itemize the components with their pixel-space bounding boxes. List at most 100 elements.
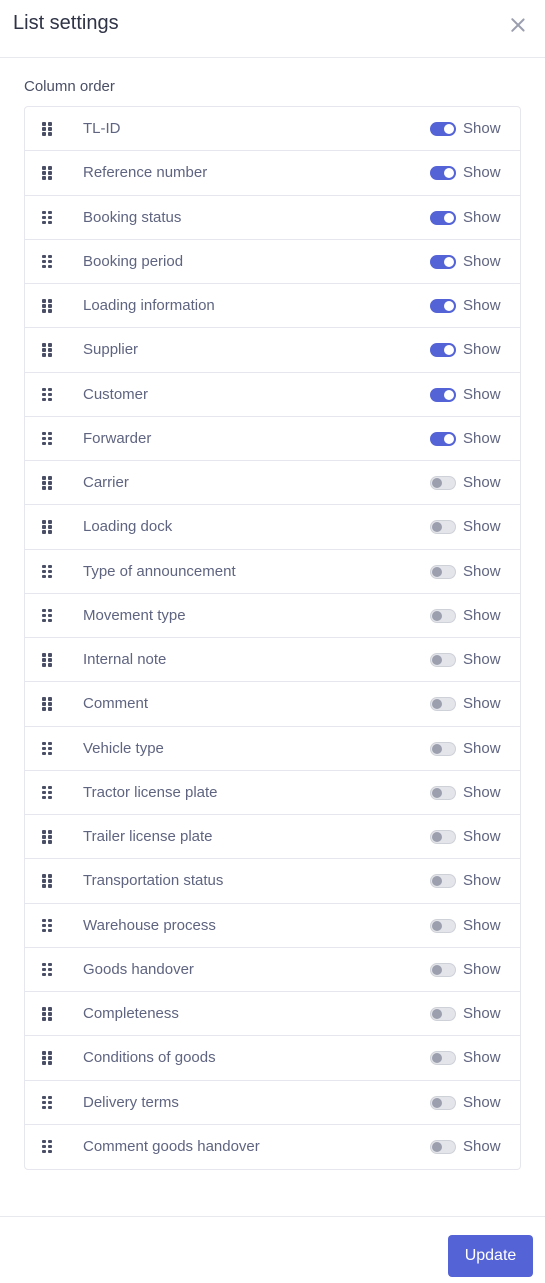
column-row[interactable]: Type of announcement Show <box>25 550 520 594</box>
column-row[interactable]: Trailer license plate Show <box>25 815 520 860</box>
drag-handle-icon[interactable] <box>42 299 54 313</box>
drag-handle-icon[interactable] <box>42 962 54 977</box>
column-row[interactable]: Completeness Show <box>25 992 520 1037</box>
update-button[interactable]: Update <box>448 1235 533 1277</box>
show-toggle[interactable] <box>430 520 456 535</box>
column-label: Comment goods handover <box>83 1137 260 1155</box>
show-toggle[interactable] <box>430 166 456 181</box>
drag-handle-icon[interactable] <box>42 785 54 800</box>
show-toggle[interactable] <box>430 343 456 358</box>
toggle-knob <box>444 212 454 223</box>
column-row[interactable]: Vehicle type Show <box>25 727 520 771</box>
drag-handle-icon[interactable] <box>42 918 54 933</box>
column-row[interactable]: Delivery terms Show <box>25 1081 520 1125</box>
show-toggle[interactable] <box>430 697 456 712</box>
drag-handle-icon[interactable] <box>42 564 54 579</box>
drag-handle-icon[interactable] <box>42 697 54 711</box>
drag-handle-icon[interactable] <box>42 476 54 490</box>
toggle-knob <box>444 124 454 134</box>
column-row[interactable]: Goods handover Show <box>25 948 520 992</box>
show-label: Show <box>463 916 501 934</box>
column-row[interactable]: Warehouse process Show <box>25 904 520 948</box>
show-label: Show <box>463 828 501 845</box>
show-toggle[interactable] <box>430 476 456 490</box>
show-label: Show <box>463 297 501 314</box>
column-row[interactable]: Carrier Show <box>25 461 520 506</box>
column-label: Booking status <box>83 208 182 226</box>
show-toggle[interactable] <box>430 785 456 800</box>
column-row[interactable]: TL-ID Show <box>25 107 520 152</box>
column-order-label: Column order <box>24 78 115 95</box>
drag-handle-icon[interactable] <box>42 1139 54 1154</box>
toggle-knob <box>432 1009 442 1019</box>
column-row[interactable]: Conditions of goods Show <box>25 1036 520 1081</box>
drag-handle-icon[interactable] <box>42 431 54 446</box>
column-label: Carrier <box>83 474 129 491</box>
toggle-knob <box>432 1097 442 1108</box>
drag-handle-icon[interactable] <box>42 1007 54 1021</box>
show-toggle[interactable] <box>430 122 456 136</box>
show-toggle[interactable] <box>430 299 456 313</box>
column-row[interactable]: Tractor license plate Show <box>25 771 520 815</box>
drag-handle-icon[interactable] <box>42 830 54 844</box>
show-toggle[interactable] <box>430 1051 456 1066</box>
close-icon[interactable] <box>508 15 528 35</box>
drag-handle-icon[interactable] <box>42 210 54 225</box>
column-label: Reference number <box>83 164 208 182</box>
drag-handle-icon[interactable] <box>42 608 54 623</box>
column-row[interactable]: Loading information Show <box>25 284 520 329</box>
show-toggle[interactable] <box>430 874 456 889</box>
drag-handle-icon[interactable] <box>42 166 54 180</box>
drag-handle-icon[interactable] <box>42 653 54 667</box>
show-toggle[interactable] <box>430 653 456 667</box>
show-toggle[interactable] <box>430 1139 456 1154</box>
column-row[interactable]: Transportation status Show <box>25 859 520 904</box>
show-toggle[interactable] <box>430 918 456 933</box>
column-label: Movement type <box>83 606 186 624</box>
toggle-knob <box>444 433 454 444</box>
column-row[interactable]: Booking period Show <box>25 240 520 284</box>
show-toggle[interactable] <box>430 254 456 269</box>
column-row[interactable]: Supplier Show <box>25 328 520 373</box>
show-toggle[interactable] <box>430 830 456 844</box>
column-row[interactable]: Booking status Show <box>25 196 520 240</box>
show-toggle[interactable] <box>430 962 456 977</box>
column-label: Transportation status <box>83 872 224 890</box>
drag-handle-icon[interactable] <box>42 741 54 756</box>
drag-handle-icon[interactable] <box>42 874 54 888</box>
column-row[interactable]: Customer Show <box>25 373 520 417</box>
drag-handle-icon[interactable] <box>42 520 54 534</box>
column-label: Booking period <box>83 252 184 270</box>
dialog-header: List settings <box>0 0 545 58</box>
column-row[interactable]: Loading dock Show <box>25 505 520 550</box>
column-row[interactable]: Comment goods handover Show <box>25 1125 520 1169</box>
show-label: Show <box>463 429 501 447</box>
show-toggle[interactable] <box>430 1095 456 1110</box>
toggle-knob <box>444 301 454 311</box>
column-row[interactable]: Comment Show <box>25 682 520 727</box>
toggle-knob <box>444 389 454 400</box>
column-row[interactable]: Movement type Show <box>25 594 520 638</box>
drag-handle-icon[interactable] <box>42 1051 54 1065</box>
show-toggle[interactable] <box>430 564 456 579</box>
dialog-title: List settings <box>13 12 119 34</box>
column-row[interactable]: Reference number Show <box>25 151 520 196</box>
drag-handle-icon[interactable] <box>42 343 54 357</box>
toggle-knob <box>432 920 442 931</box>
show-toggle[interactable] <box>430 741 456 756</box>
show-label: Show <box>463 518 501 536</box>
toggle-knob <box>432 1141 442 1152</box>
show-label: Show <box>463 1093 501 1111</box>
show-label: Show <box>463 872 501 890</box>
drag-handle-icon[interactable] <box>42 387 54 402</box>
show-toggle[interactable] <box>430 1007 456 1021</box>
drag-handle-icon[interactable] <box>42 1095 54 1110</box>
column-row[interactable]: Internal note Show <box>25 638 520 683</box>
drag-handle-icon[interactable] <box>42 122 54 136</box>
drag-handle-icon[interactable] <box>42 254 54 269</box>
column-row[interactable]: Forwarder Show <box>25 417 520 461</box>
show-toggle[interactable] <box>430 387 456 402</box>
show-toggle[interactable] <box>430 210 456 225</box>
show-toggle[interactable] <box>430 608 456 623</box>
show-toggle[interactable] <box>430 431 456 446</box>
